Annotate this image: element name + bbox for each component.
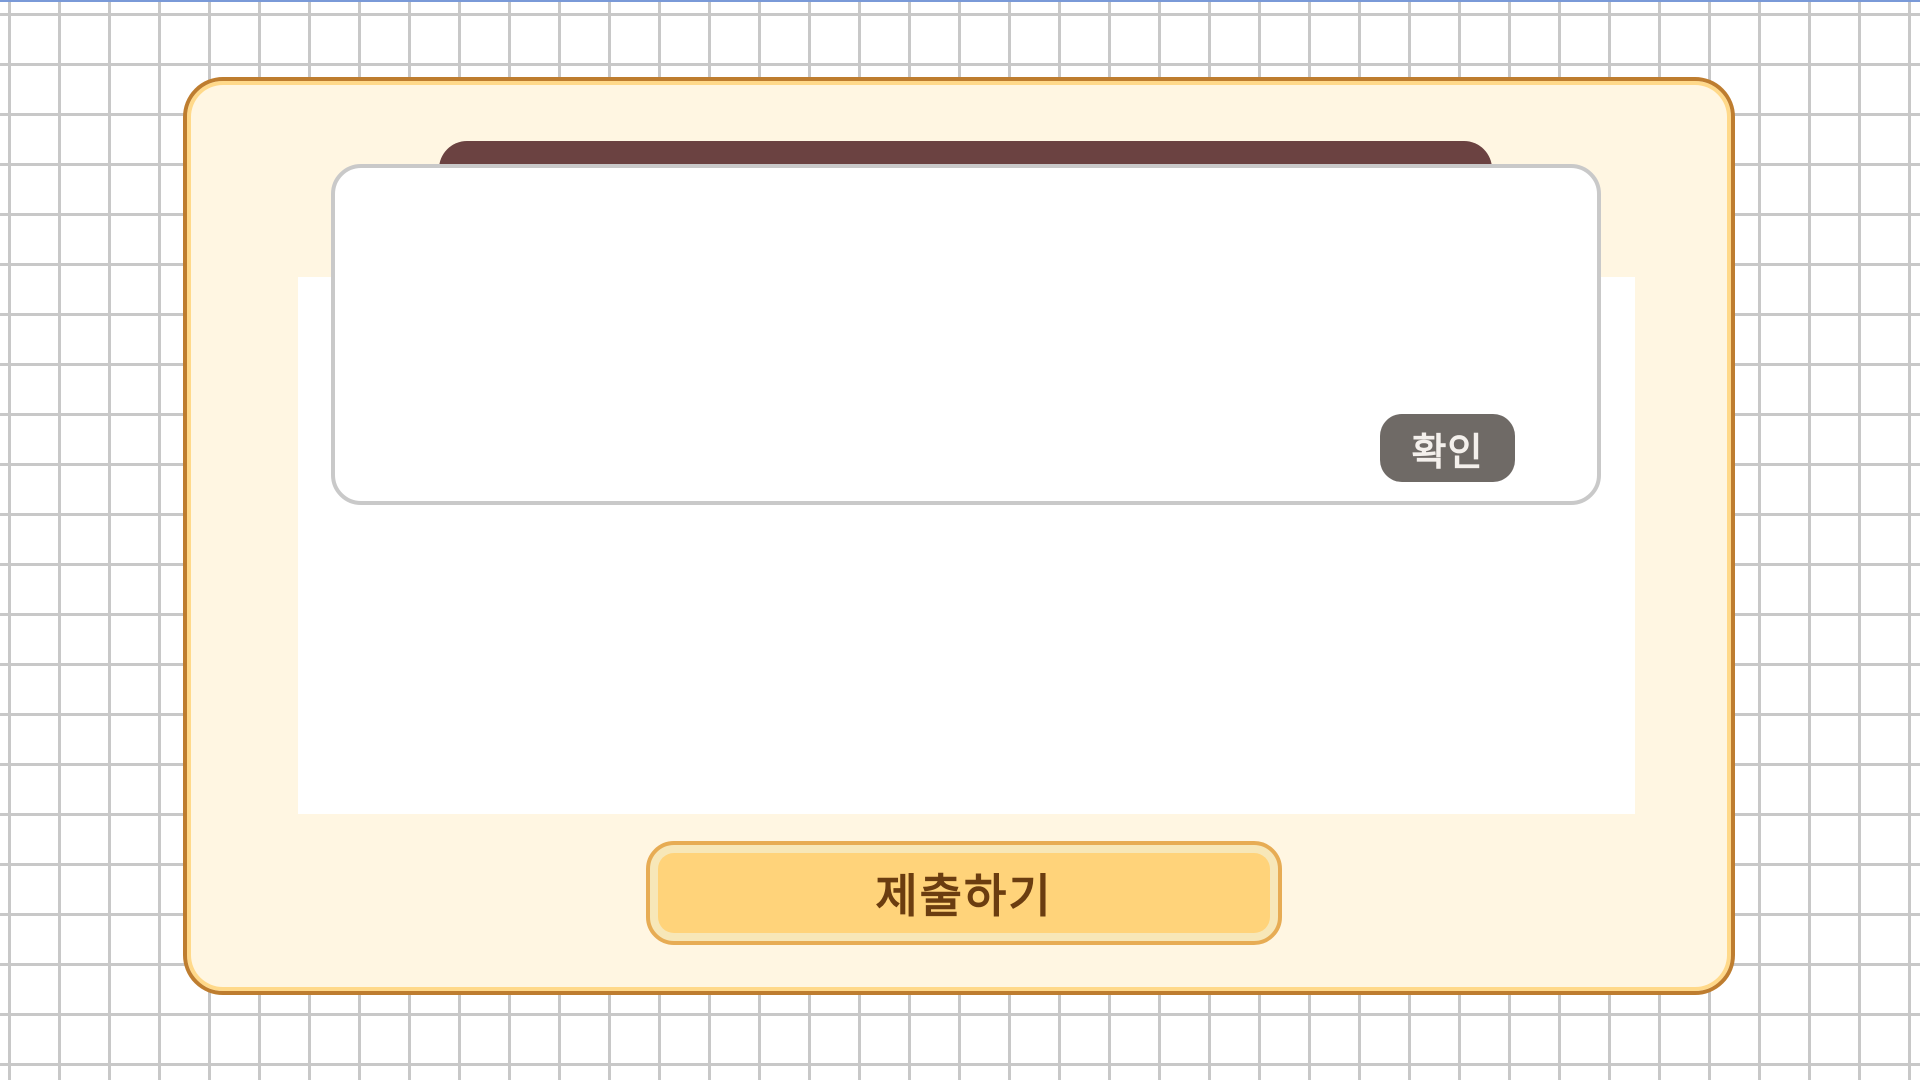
submit-button[interactable]: 제출하기 (646, 841, 1282, 945)
confirm-button[interactable]: 확인 (1380, 414, 1515, 482)
input-dialog: 확인 (331, 164, 1601, 505)
activity-card: 확인 제출하기 (183, 77, 1735, 995)
submit-button-label: 제출하기 (875, 869, 1053, 923)
top-accent-line (0, 0, 1920, 2)
confirm-button-label: 확인 (1411, 431, 1484, 474)
